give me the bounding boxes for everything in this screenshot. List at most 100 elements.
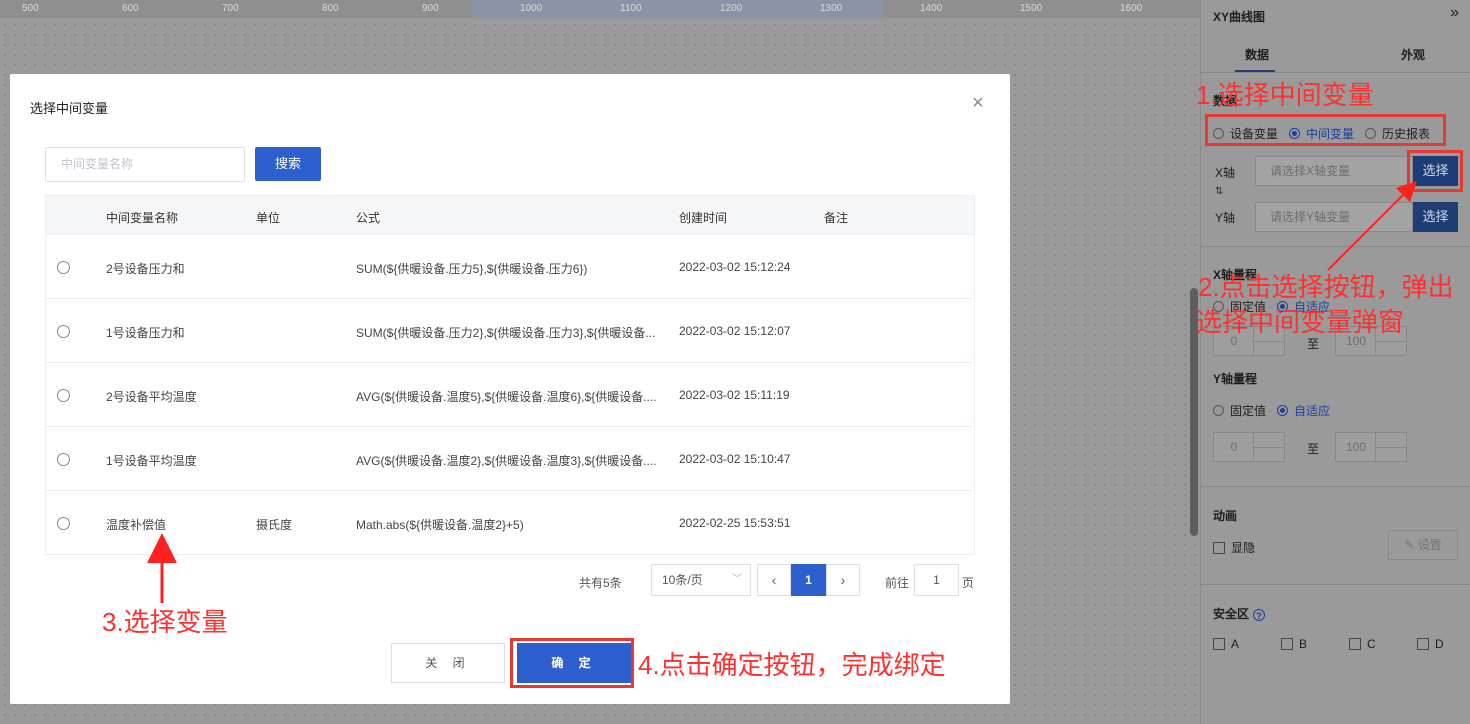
panel-title: XY曲线图 xyxy=(1213,10,1266,24)
safe-zone-title: 安全区? xyxy=(1213,605,1266,622)
table-header: 中间变量名称 单位 公式 创建时间 备注 xyxy=(45,195,975,235)
cell-unit: 摄氏度 xyxy=(256,518,293,532)
swap-axes-icon[interactable]: ⇅ xyxy=(1215,186,1223,197)
checkbox-d[interactable]: D xyxy=(1417,637,1470,651)
checkbox-a[interactable]: A xyxy=(1213,637,1281,651)
y-range-radio-group: 固定值 自适应 xyxy=(1213,402,1341,419)
annotation-step4: 4.点击确定按钮，完成绑定 xyxy=(638,650,946,680)
radio-y-fixed[interactable]: 固定值 xyxy=(1213,402,1266,419)
cell-name: 2号设备压力和 xyxy=(106,262,185,276)
checkbox-icon xyxy=(1281,638,1293,650)
panel-tabs: 数据 外观 xyxy=(1201,38,1470,73)
cell-formula: SUM(${供暖设备.压力5},${供暖设备.压力6}) xyxy=(356,262,588,276)
animation-settings-button[interactable]: ✎ 设置 xyxy=(1388,530,1458,560)
row-radio[interactable] xyxy=(57,517,70,530)
ruler-tick: 600 xyxy=(122,3,139,14)
checkbox-icon xyxy=(1349,638,1361,650)
cell-formula: AVG(${供暖设备.温度2},${供暖设备.温度3},${供暖设备.... xyxy=(356,454,657,468)
collapse-icon[interactable]: » xyxy=(1450,4,1459,22)
ruler-tick: 1000 xyxy=(520,3,543,14)
checkbox-icon xyxy=(1417,638,1429,650)
range-to-label: 至 xyxy=(1307,337,1320,351)
current-page[interactable]: 1 xyxy=(791,564,826,596)
ruler-tick: 1600 xyxy=(1120,3,1143,14)
y-select-button[interactable]: 选择 xyxy=(1413,202,1458,232)
cell-time: 2022-03-02 15:11:19 xyxy=(679,388,790,402)
checkbox-b[interactable]: B xyxy=(1281,637,1349,651)
checkbox-c[interactable]: C xyxy=(1349,637,1417,651)
ruler-tick: 500 xyxy=(22,3,39,14)
cell-name: 1号设备压力和 xyxy=(106,326,185,340)
annotation-step1: 1.选择中间变量 xyxy=(1196,80,1374,110)
divider xyxy=(1201,246,1470,247)
row-radio[interactable] xyxy=(57,261,70,274)
y-axis-variable-input[interactable]: 请选择Y轴变量 xyxy=(1255,202,1413,232)
checkbox-icon xyxy=(1213,541,1225,554)
ruler-tick: 800 xyxy=(322,3,339,14)
cell-time: 2022-02-25 15:53:51 xyxy=(679,516,791,530)
radio-y-auto[interactable]: 自适应 xyxy=(1277,402,1330,419)
ruler-tick: 1500 xyxy=(1020,3,1043,14)
column-header: 中间变量名称 xyxy=(106,211,179,225)
highlight-box-select xyxy=(1407,150,1463,192)
ruler-tick: 700 xyxy=(222,3,239,14)
highlight-box-source xyxy=(1205,114,1446,146)
page-size-select[interactable]: 10条/页 ﹀ xyxy=(651,564,751,596)
x-axis-variable-input[interactable]: 请选择X轴变量 xyxy=(1255,156,1413,186)
cell-name: 1号设备平均温度 xyxy=(106,454,197,468)
y-min-stepper[interactable]: 0 xyxy=(1213,432,1285,462)
edit-icon: ✎ xyxy=(1404,538,1418,552)
radio-circle-icon xyxy=(1213,405,1224,416)
row-radio[interactable] xyxy=(57,389,70,402)
table-row[interactable]: 1号设备压力和 SUM(${供暖设备.压力2},${供暖设备.压力3},${供暖… xyxy=(45,299,975,363)
top-ruler: 500 600 700 800 900 1000 1100 1200 1300 … xyxy=(0,0,1200,18)
divider xyxy=(1201,486,1470,487)
goto-suffix: 页 xyxy=(962,576,975,590)
close-button[interactable]: 关 闭 xyxy=(391,643,505,683)
prev-page-button[interactable]: ‹ xyxy=(757,564,791,596)
annotation-step2-line2: 选择中间变量弹窗 xyxy=(1196,307,1405,337)
annotation-step2-line1: 2.点击选择按钮，弹出 xyxy=(1198,272,1454,302)
ruler-tick: 1200 xyxy=(720,3,743,14)
radio-checked-icon xyxy=(1277,405,1289,416)
cell-time: 2022-03-02 15:12:07 xyxy=(679,324,791,338)
row-radio[interactable] xyxy=(57,325,70,338)
search-input[interactable]: 中间变量名称 xyxy=(45,147,245,182)
cell-time: 2022-03-02 15:12:24 xyxy=(679,260,791,274)
cell-name: 温度补偿值 xyxy=(106,518,167,532)
x-axis-label: X轴 xyxy=(1215,166,1236,180)
checkbox-icon xyxy=(1213,638,1225,650)
tab-data[interactable]: 数据 xyxy=(1245,46,1269,63)
column-header: 公式 xyxy=(356,211,381,225)
y-range-title: Y轴量程 xyxy=(1213,372,1258,386)
variable-table: 中间变量名称 单位 公式 创建时间 备注 2号设备压力和 SUM(${供暖设备.… xyxy=(45,195,975,555)
close-icon[interactable]: × xyxy=(972,92,984,115)
y-max-stepper[interactable]: 100 xyxy=(1335,432,1407,462)
next-page-button[interactable]: › xyxy=(826,564,860,596)
safe-zone-checkboxes: A B C D xyxy=(1213,637,1470,651)
column-header: 单位 xyxy=(256,211,281,225)
goto-page-input[interactable]: 1 xyxy=(914,564,959,596)
table-row[interactable]: 温度补偿值 摄氏度 Math.abs(${供暖设备.温度2}+5) 2022-0… xyxy=(45,491,975,555)
pager-total: 共有5条 xyxy=(579,576,622,590)
ruler-tick: 1300 xyxy=(820,3,843,14)
cell-formula: AVG(${供暖设备.温度5},${供暖设备.温度6},${供暖设备.... xyxy=(356,390,657,404)
dialog-title: 选择中间变量 xyxy=(30,101,109,116)
help-icon[interactable]: ? xyxy=(1253,608,1266,621)
chevron-down-icon: ﹀ xyxy=(732,574,742,585)
cell-time: 2022-03-02 15:10:47 xyxy=(679,452,791,466)
tab-underline xyxy=(1235,70,1275,72)
table-row[interactable]: 2号设备压力和 SUM(${供暖设备.压力5},${供暖设备.压力6}) 202… xyxy=(45,235,975,299)
table-row[interactable]: 2号设备平均温度 AVG(${供暖设备.温度5},${供暖设备.温度6},${供… xyxy=(45,363,975,427)
cell-formula: SUM(${供暖设备.压力2},${供暖设备.压力3},${供暖设备... xyxy=(356,326,656,340)
table-row[interactable]: 1号设备平均温度 AVG(${供暖设备.温度2},${供暖设备.温度3},${供… xyxy=(45,427,975,491)
annotation-step3: 3.选择变量 xyxy=(102,607,228,637)
column-header: 创建时间 xyxy=(679,211,728,225)
search-button[interactable]: 搜索 xyxy=(255,147,321,181)
tab-appearance[interactable]: 外观 xyxy=(1401,46,1425,63)
row-radio[interactable] xyxy=(57,453,70,466)
animation-title: 动画 xyxy=(1213,509,1238,523)
divider xyxy=(1201,584,1470,585)
animation-checkbox[interactable]: 显隐 xyxy=(1213,539,1281,556)
cell-name: 2号设备平均温度 xyxy=(106,390,197,404)
